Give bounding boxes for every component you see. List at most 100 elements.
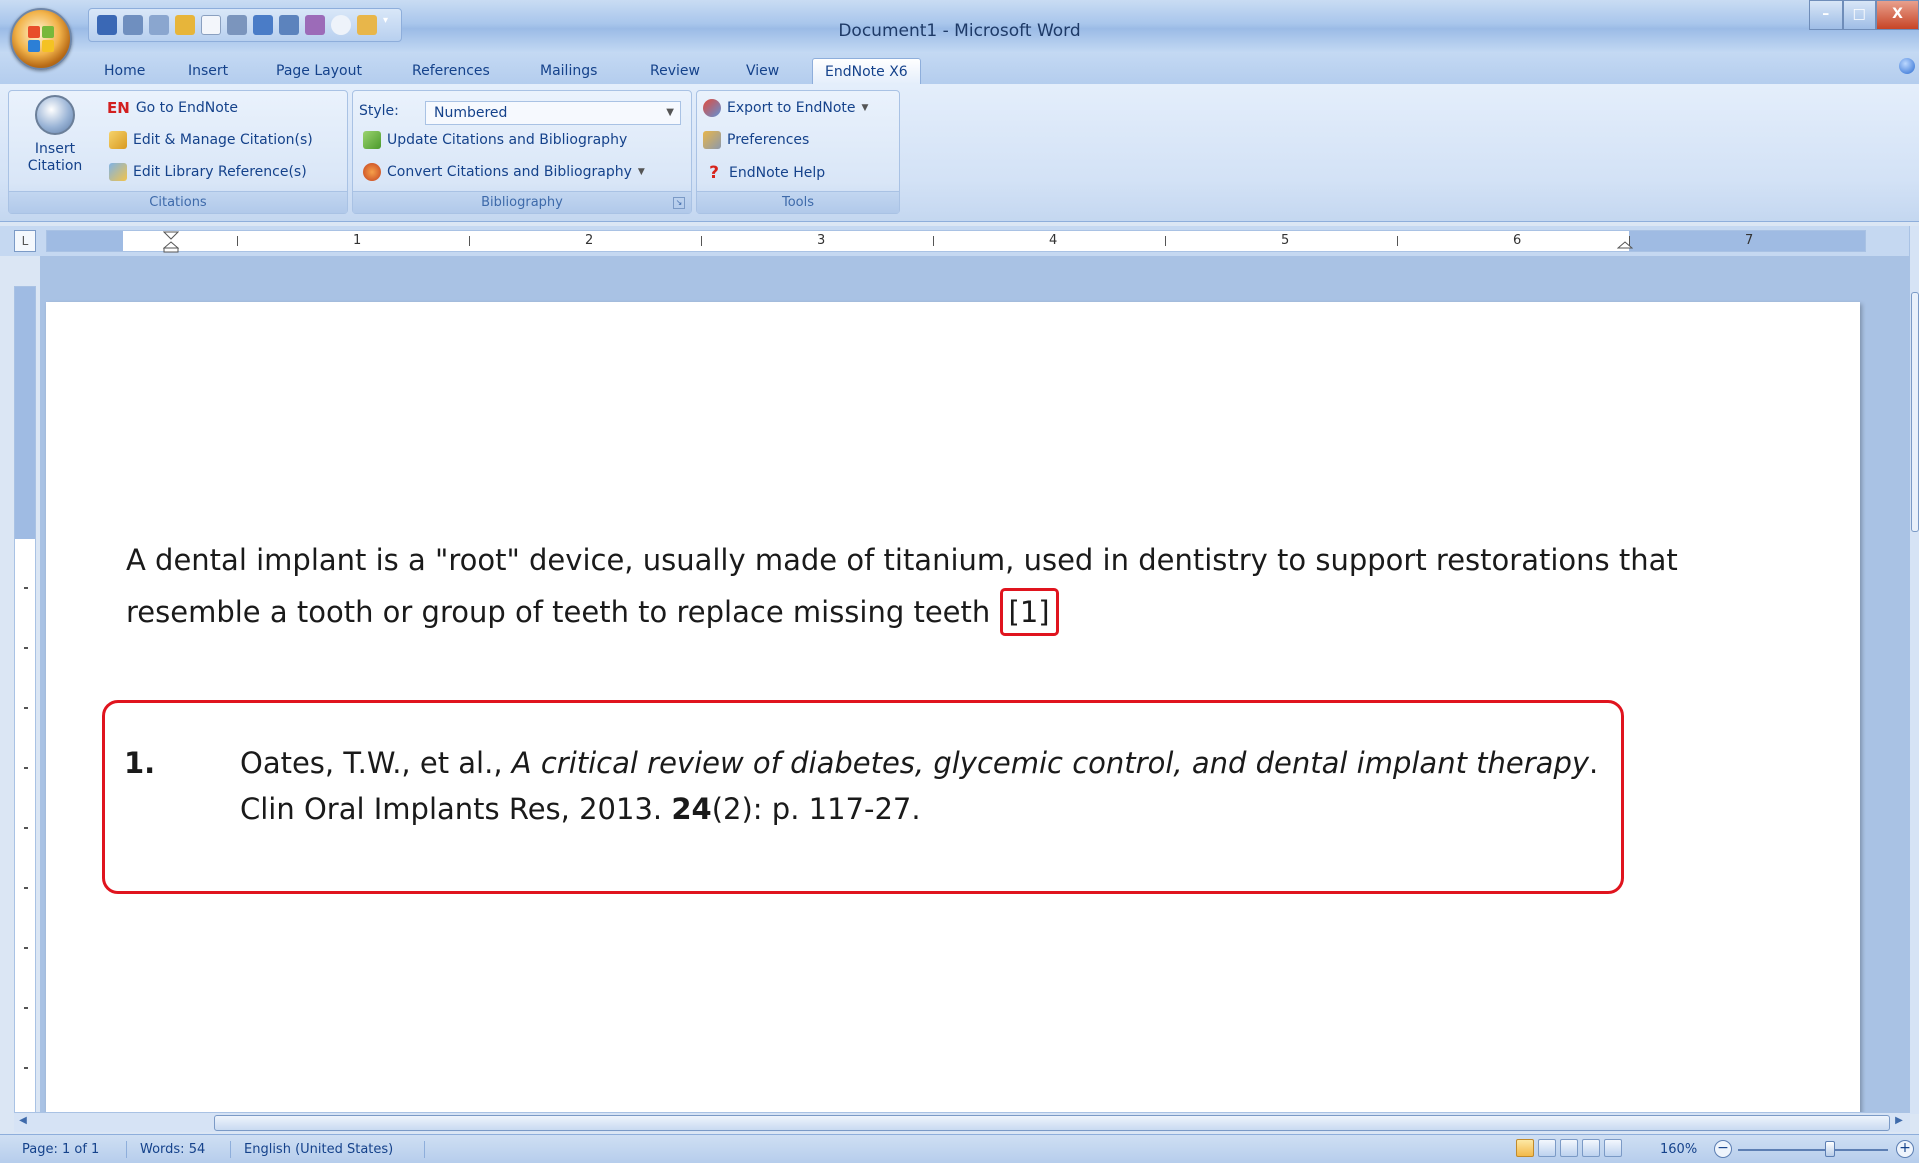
citations-group: Insert Citation EN Go to EndNote Edit & … [8,90,348,214]
endnote-help-button[interactable]: ? EndNote Help [705,163,825,183]
edit-library-label: Edit Library Reference(s) [133,164,307,180]
edit-library-icon [109,163,127,181]
citations-group-label: Citations [9,191,347,213]
tab-insert[interactable]: Insert [176,58,240,84]
view-buttons [1516,1139,1622,1157]
ruler-tick [24,1067,28,1069]
right-indent-marker-icon[interactable] [1616,231,1634,253]
preferences-button[interactable]: Preferences [703,131,809,149]
tab-mailings[interactable]: Mailings [528,58,609,84]
ruler-number: 5 [1281,233,1290,248]
full-screen-reading-icon[interactable] [1538,1139,1556,1157]
convert-label: Convert Citations and Bibliography [387,164,632,180]
word-count[interactable]: Words: 54 [140,1142,205,1157]
vertical-scroll-thumb[interactable] [1911,292,1919,532]
ruler-tick [1397,236,1398,246]
indent-marker-icon[interactable] [162,231,180,253]
zoom-slider-thumb[interactable] [1825,1141,1835,1157]
scroll-right-icon[interactable]: ▶ [1892,1115,1906,1131]
horizontal-scroll-thumb[interactable] [214,1115,1890,1131]
maximize-button[interactable]: □ [1842,0,1877,30]
tools-group: Export to EndNote ▼ Preferences ? EndNot… [696,90,900,214]
tab-page-layout[interactable]: Page Layout [264,58,374,84]
document-page[interactable]: A dental implant is a "root" device, usu… [46,302,1860,1122]
tab-home[interactable]: Home [92,58,157,84]
edit-library-reference-button[interactable]: Edit Library Reference(s) [109,163,307,181]
paragraph-text: A dental implant is a "root" device, usu… [126,543,1678,629]
edit-manage-citations-button[interactable]: Edit & Manage Citation(s) [109,131,313,149]
office-button[interactable] [10,8,72,70]
print-layout-view-icon[interactable] [1516,1139,1534,1157]
dialog-launcher-icon[interactable]: ↘ [673,197,685,209]
horizontal-ruler[interactable]: 1 2 3 4 5 6 7 [46,230,1866,253]
bibliography-number: 1. [124,746,156,780]
top-margin [15,287,35,539]
window-controls: – □ X [1809,0,1919,30]
language[interactable]: English (United States) [244,1142,393,1157]
divider [424,1141,425,1158]
zoom-out-icon[interactable]: − [1714,1140,1732,1158]
preferences-label: Preferences [727,132,810,148]
convert-citations-button[interactable]: Convert Citations and Bibliography ▼ [363,163,645,181]
citation-marker[interactable]: [1] [999,588,1059,636]
ruler-number: 6 [1513,233,1522,248]
page-count[interactable]: Page: 1 of 1 [22,1142,99,1157]
style-select[interactable]: Numbered ▼ [425,101,681,125]
paragraph[interactable]: A dental implant is a "root" device, usu… [126,534,1686,638]
bibliography-authors: Oates, T.W., et al., [240,746,512,780]
chevron-down-icon: ▼ [666,107,674,118]
window-title: Document1 - Microsoft Word [838,21,1081,41]
horizontal-scrollbar[interactable]: ◀ ▶ [14,1112,1910,1132]
ruler-tick [1165,236,1166,246]
ruler-number: 7 [1745,233,1754,248]
edit-manage-label: Edit & Manage Citation(s) [133,132,313,148]
vertical-ruler[interactable] [14,286,36,1114]
insert-citation-icon [35,95,75,135]
insert-citation-button[interactable]: Insert Citation [17,95,93,175]
update-citations-button[interactable]: Update Citations and Bibliography [363,131,627,149]
tab-review[interactable]: Review [638,58,712,84]
tab-selector-button[interactable]: L [14,230,36,252]
bibliography-reference: Oates, T.W., et al., A critical review o… [240,740,1620,832]
divider [126,1141,127,1158]
tab-view[interactable]: View [734,58,791,84]
help-icon[interactable] [1899,58,1915,74]
web-layout-icon[interactable] [1560,1139,1578,1157]
left-margin [47,231,123,251]
draft-view-icon[interactable] [1604,1139,1622,1157]
endnote-icon: EN [107,99,130,117]
ruler-number: 2 [585,233,594,248]
chevron-down-icon: ▼ [637,167,645,177]
export-to-endnote-button[interactable]: Export to EndNote ▼ [703,99,868,117]
zoom-in-icon[interactable]: + [1896,1140,1914,1158]
document-area: A dental implant is a "root" device, usu… [40,256,1910,1122]
ruler-tick [469,236,470,246]
ruler-tick [24,1007,28,1009]
tab-references[interactable]: References [400,58,502,84]
scroll-left-icon[interactable]: ◀ [16,1115,30,1131]
title-bar: ▾ Document1 - Microsoft Word – □ X [0,0,1919,52]
ruler-tick [24,827,28,829]
vertical-scrollbar[interactable] [1909,226,1919,1114]
close-button[interactable]: X [1876,0,1919,30]
go-to-endnote-button[interactable]: EN Go to EndNote [107,99,238,117]
tools-group-label: Tools [697,191,899,213]
ruler-number: 1 [353,233,362,248]
zoom-slider[interactable] [1738,1149,1888,1151]
outline-view-icon[interactable] [1582,1139,1600,1157]
bibliography-volume: 24 [671,792,712,826]
ruler-tick [933,236,934,246]
preferences-icon [703,131,721,149]
style-select-value: Numbered [434,105,508,121]
convert-icon [363,163,381,181]
status-bar: Page: 1 of 1 Words: 54 English (United S… [0,1134,1919,1163]
chevron-down-icon: ▼ [861,103,869,113]
style-label: Style: [359,103,399,119]
bibliography-group-label: Bibliography [353,191,691,213]
zoom-level[interactable]: 160% [1660,1142,1697,1157]
ruler-tick [701,236,702,246]
minimize-button[interactable]: – [1809,0,1843,30]
tab-endnote-x6[interactable]: EndNote X6 [812,58,921,84]
ruler-tick [24,647,28,649]
bibliography-group: Style: Numbered ▼ Update Citations and B… [352,90,692,214]
